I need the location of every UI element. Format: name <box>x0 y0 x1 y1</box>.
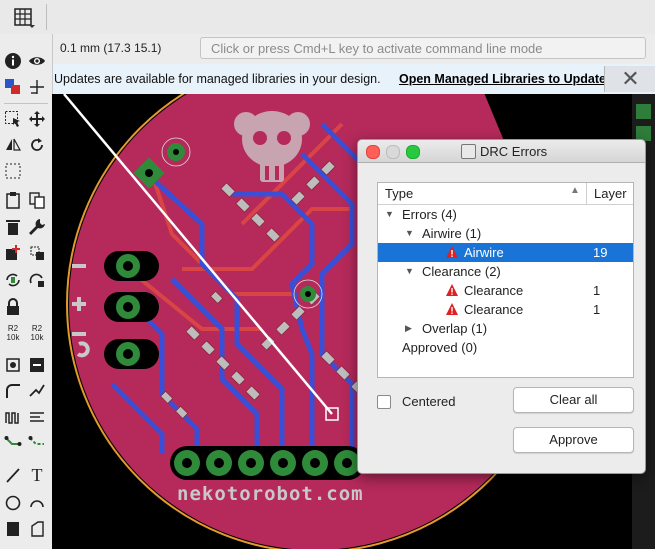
swap-icon[interactable] <box>2 269 24 291</box>
value-icon[interactable]: R2 10k <box>2 324 24 346</box>
tree-row-label: Clearance (2) <box>422 264 501 279</box>
tree-row-label: Airwire <box>464 245 504 260</box>
text-icon[interactable]: T <box>26 464 48 486</box>
mark-icon[interactable] <box>26 76 48 98</box>
info-icon[interactable] <box>2 50 24 72</box>
minimize-window-button[interactable] <box>386 145 400 159</box>
expanded-triangle-icon[interactable]: ▼ <box>405 228 414 238</box>
open-managed-libraries-link[interactable]: Open Managed Libraries to Update <box>399 72 606 86</box>
line-icon[interactable] <box>2 464 24 486</box>
select-icon[interactable] <box>2 108 24 130</box>
change-icon[interactable] <box>26 269 48 291</box>
sidebar-divider <box>4 103 48 104</box>
update-banner: Updates are available for managed librar… <box>52 64 655 95</box>
close-window-button[interactable] <box>366 145 380 159</box>
tree-row-label: Errors (4) <box>402 207 457 222</box>
expanded-triangle-icon[interactable]: ▼ <box>385 209 394 219</box>
eye-icon[interactable] <box>26 50 48 72</box>
tree-row-errors[interactable]: ▼ Errors (4) <box>378 205 633 224</box>
through-hole-pads-bottom <box>170 446 365 480</box>
tree-row-airwire-error[interactable]: Airwire 19 <box>378 243 633 262</box>
ripup-icon[interactable] <box>26 406 48 428</box>
tree-header: Type ▲ Layer <box>378 183 633 205</box>
silk-text: nekotorobot.com <box>177 483 364 505</box>
paste-icon[interactable] <box>2 189 24 211</box>
tree-row-clearance-error[interactable]: Clearance 1 <box>378 300 633 319</box>
tree-row-clearance-error[interactable]: Clearance 1 <box>378 281 633 300</box>
tree-row-label: Clearance <box>464 302 524 317</box>
wire-icon[interactable] <box>26 432 48 454</box>
collapsed-triangle-icon[interactable]: ▶ <box>405 323 412 334</box>
miter-icon[interactable] <box>2 380 24 402</box>
dialog-titlebar: DRC Errors <box>358 140 645 163</box>
top-toolbar <box>0 0 655 35</box>
centered-label: Centered <box>402 394 456 409</box>
drc-errors-dialog: DRC Errors Type ▲ Layer ▼ Errors (4) ▼ A… <box>357 139 646 474</box>
tree-row-overlap-group[interactable]: ▶ Overlap (1) <box>378 319 633 338</box>
dialog-title: DRC Errors <box>480 144 548 159</box>
wrench-icon[interactable] <box>26 216 48 238</box>
rotate-icon[interactable] <box>26 134 48 156</box>
through-hole-pads-left <box>104 251 159 369</box>
warning-icon <box>446 246 458 258</box>
meander-icon[interactable] <box>2 406 24 428</box>
layer-column-header[interactable]: Layer <box>594 186 627 201</box>
tree-row-label: Approved (0) <box>402 340 478 355</box>
value-label: R2 10k <box>6 324 20 342</box>
replace-icon[interactable] <box>26 242 48 264</box>
grid-icon[interactable] <box>14 8 36 28</box>
drc-error-tree[interactable]: Type ▲ Layer ▼ Errors (4) ▼ Airwire (1) … <box>377 182 634 378</box>
optimize-icon[interactable] <box>26 354 48 376</box>
tree-row-clearance-group[interactable]: ▼ Clearance (2) <box>378 262 633 281</box>
warning-icon <box>446 303 458 315</box>
add-icon[interactable] <box>2 242 24 264</box>
close-icon: ✕ <box>621 66 640 91</box>
drc-icon <box>461 144 476 159</box>
column-divider <box>586 183 587 204</box>
toolbar-divider <box>46 4 47 30</box>
name-label: R2 10k <box>30 324 44 342</box>
route-icon[interactable] <box>2 432 24 454</box>
group-icon[interactable] <box>2 160 24 182</box>
sort-ascending-icon[interactable]: ▲ <box>570 185 580 196</box>
panel-tab-icon[interactable] <box>636 104 651 119</box>
lock-icon[interactable] <box>2 296 24 318</box>
tree-row-airwire-group[interactable]: ▼ Airwire (1) <box>378 224 633 243</box>
zoom-window-button[interactable] <box>406 145 420 159</box>
layer-icon[interactable] <box>2 76 24 98</box>
tree-row-label: Clearance <box>464 283 524 298</box>
delete-icon[interactable] <box>2 216 24 238</box>
name-icon[interactable]: R2 10k <box>26 324 48 346</box>
tool-sidebar: R2 10k R2 10k T <box>0 34 53 549</box>
command-bar: 0.1 mm (17.3 15.1) Click or press Cmd+L … <box>52 34 655 65</box>
rect-icon[interactable] <box>2 518 24 540</box>
tree-row-label: Overlap (1) <box>422 321 488 336</box>
tree-row-layer: 1 <box>593 283 601 298</box>
tree-row-approved[interactable]: Approved (0) <box>378 338 633 357</box>
move-icon[interactable] <box>26 108 48 130</box>
copy-icon[interactable] <box>26 189 48 211</box>
circle-icon[interactable] <box>2 492 24 514</box>
arc-icon[interactable] <box>26 492 48 514</box>
split-icon[interactable] <box>26 380 48 402</box>
smash-icon[interactable] <box>2 354 24 376</box>
close-banner-button[interactable]: ✕ <box>604 66 655 92</box>
coordinate-readout: 0.1 mm (17.3 15.1) <box>60 41 162 55</box>
mirror-icon[interactable] <box>2 134 24 156</box>
warning-icon <box>446 284 458 296</box>
update-message: Updates are available for managed librar… <box>54 72 381 86</box>
tree-row-layer: 19 <box>593 245 608 260</box>
tree-row-label: Airwire (1) <box>422 226 482 241</box>
polygon-icon[interactable] <box>26 518 48 540</box>
tree-row-layer: 1 <box>593 302 601 317</box>
centered-checkbox[interactable] <box>377 395 391 409</box>
type-column-header[interactable]: Type <box>385 186 413 201</box>
approve-button[interactable]: Approve <box>513 427 634 453</box>
clear-all-button[interactable]: Clear all <box>513 387 634 413</box>
expanded-triangle-icon[interactable]: ▼ <box>405 266 414 276</box>
command-line-input[interactable]: Click or press Cmd+L key to activate com… <box>200 37 646 59</box>
